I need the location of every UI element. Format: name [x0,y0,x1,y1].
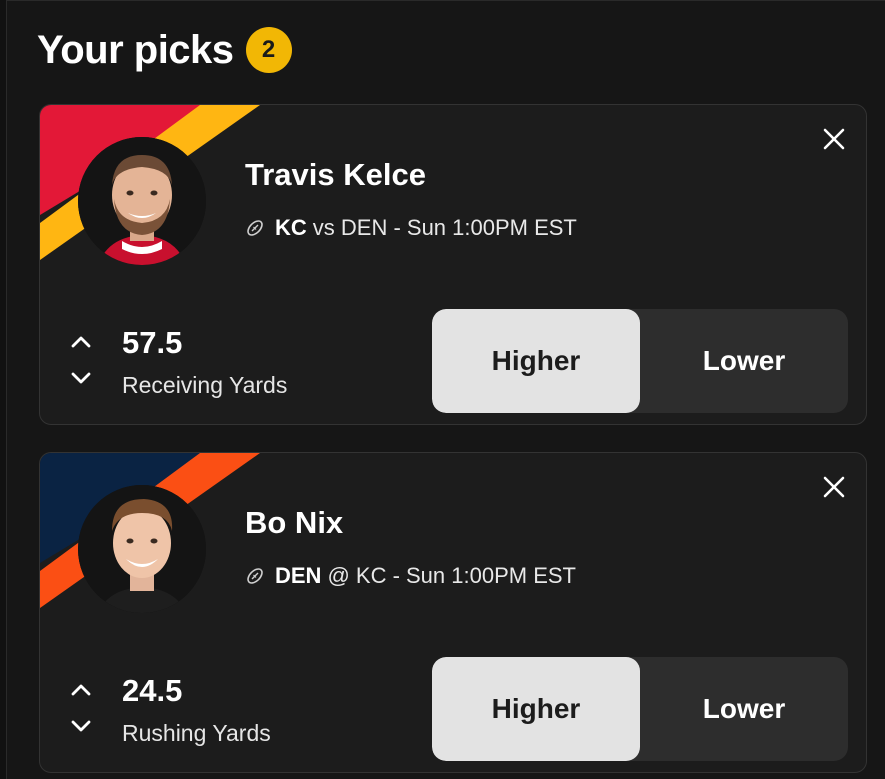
football-icon [245,566,265,586]
stat-line-value: 57.5 [122,325,183,360]
picks-count-badge: 2 [245,27,292,73]
game-matchup: DEN @ KC - Sun 1:00PM EST [245,563,576,589]
remove-pick-button[interactable] [820,475,848,503]
lower-button[interactable]: Lower [640,657,848,761]
picks-header: Your picks 2 [37,27,292,73]
close-icon [822,475,846,504]
higher-button[interactable]: Higher [432,657,640,761]
matchup-details: @ KC - Sun 1:00PM EST [327,563,576,588]
page-title: Your picks [37,27,234,72]
higher-lower-toggle: Higher Lower [432,309,848,413]
football-icon [245,218,265,238]
lower-button[interactable]: Lower [640,309,848,413]
chevron-down-icon [70,719,92,738]
chevron-up-icon [70,683,92,702]
pick-card: Bo Nix DEN @ KC - Sun 1:00PM EST 24.5 Ru… [39,452,867,773]
decrease-line-button[interactable] [68,717,94,739]
player-name: Travis Kelce [245,157,426,192]
matchup-team: KC [275,215,307,240]
line-stepper [68,333,98,393]
pick-card: Travis Kelce KC vs DEN - Sun 1:00PM EST [39,104,867,425]
game-matchup: KC vs DEN - Sun 1:00PM EST [245,215,577,241]
close-icon [822,127,846,156]
chevron-down-icon [70,371,92,390]
player-avatar [78,485,206,613]
player-avatar [78,137,206,265]
stat-line-value: 24.5 [122,673,183,708]
player-name: Bo Nix [245,505,344,540]
matchup-details: vs DEN - Sun 1:00PM EST [312,215,577,240]
higher-lower-toggle: Higher Lower [432,657,848,761]
matchup-team: DEN [275,563,322,588]
picks-panel: Your picks 2 Travis Kelce KC vs DEN - Su… [6,0,885,779]
higher-button[interactable]: Higher [432,309,640,413]
chevron-up-icon [70,335,92,354]
remove-pick-button[interactable] [820,127,848,155]
increase-line-button[interactable] [68,333,94,355]
decrease-line-button[interactable] [68,369,94,391]
stat-category: Rushing Yards [122,720,271,746]
stat-category: Receiving Yards [122,372,288,398]
increase-line-button[interactable] [68,681,94,703]
line-stepper [68,681,98,741]
